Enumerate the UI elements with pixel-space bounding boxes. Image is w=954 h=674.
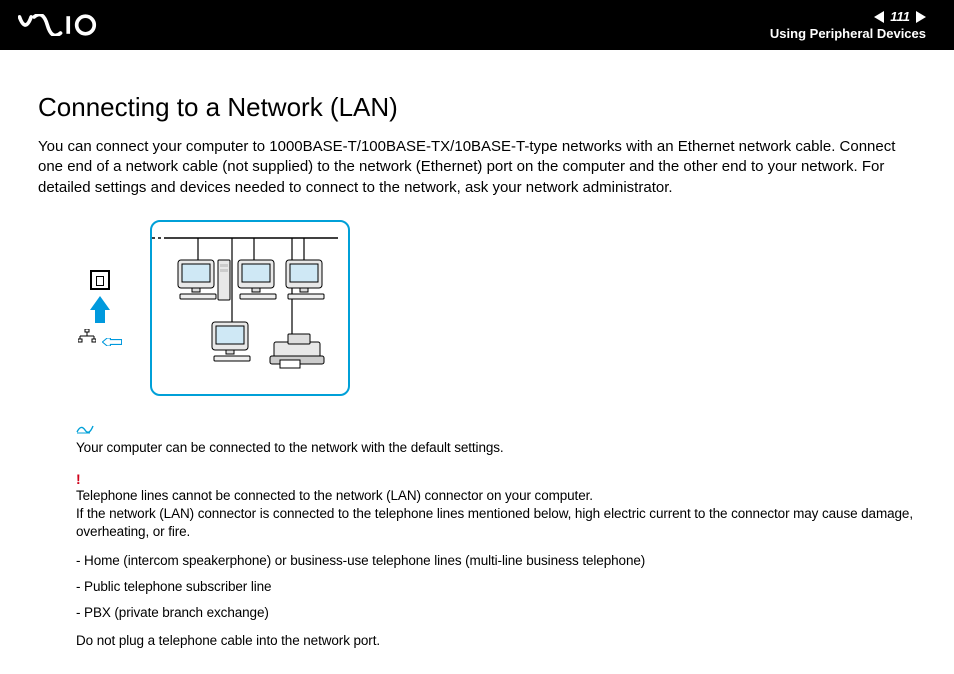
page-nav: 111: [874, 9, 926, 24]
lan-diagram: [78, 220, 916, 396]
network-topology-icon: [78, 329, 96, 346]
page-content: Connecting to a Network (LAN) You can co…: [0, 50, 954, 651]
page-number: 111: [890, 9, 910, 24]
warning-list: - Home (intercom speakerphone) or busine…: [76, 552, 916, 623]
cable-connector-icon: [102, 333, 122, 341]
warning-line2: If the network (LAN) connector is connec…: [76, 505, 916, 541]
port-bottom-row: [78, 329, 122, 346]
warning-block: ! Telephone lines cannot be connected to…: [76, 471, 916, 542]
section-link[interactable]: Using Peripheral Devices: [770, 26, 926, 41]
prev-page-arrow-icon[interactable]: [874, 11, 884, 23]
list-item-text: PBX (private branch exchange): [84, 605, 269, 620]
intro-paragraph: You can connect your computer to 1000BAS…: [38, 137, 916, 198]
list-item: - Public telephone subscriber line: [76, 578, 916, 596]
list-item-text: Public telephone subscriber line: [84, 579, 271, 594]
note-text: Your computer can be connected to the ne…: [76, 439, 916, 457]
note-pencil-icon: [76, 420, 916, 439]
note-block: Your computer can be connected to the ne…: [76, 420, 916, 457]
vaio-logo: [18, 14, 121, 36]
list-item: - Home (intercom speakerphone) or busine…: [76, 552, 916, 570]
ethernet-port-illustration: [78, 270, 122, 346]
warning-icon: !: [76, 471, 916, 487]
network-devices-illustration: [150, 220, 350, 396]
final-note: Do not plug a telephone cable into the n…: [76, 632, 916, 650]
ethernet-port-icon: [90, 270, 110, 290]
page-title: Connecting to a Network (LAN): [38, 92, 916, 123]
arrow-up-icon: [90, 296, 110, 310]
list-item: - PBX (private branch exchange): [76, 604, 916, 622]
list-item-text: Home (intercom speakerphone) or business…: [84, 553, 645, 568]
header-right: 111 Using Peripheral Devices: [770, 9, 926, 41]
header-bar: 111 Using Peripheral Devices: [0, 0, 954, 50]
warning-line1: Telephone lines cannot be connected to t…: [76, 487, 916, 505]
next-page-arrow-icon[interactable]: [916, 11, 926, 23]
